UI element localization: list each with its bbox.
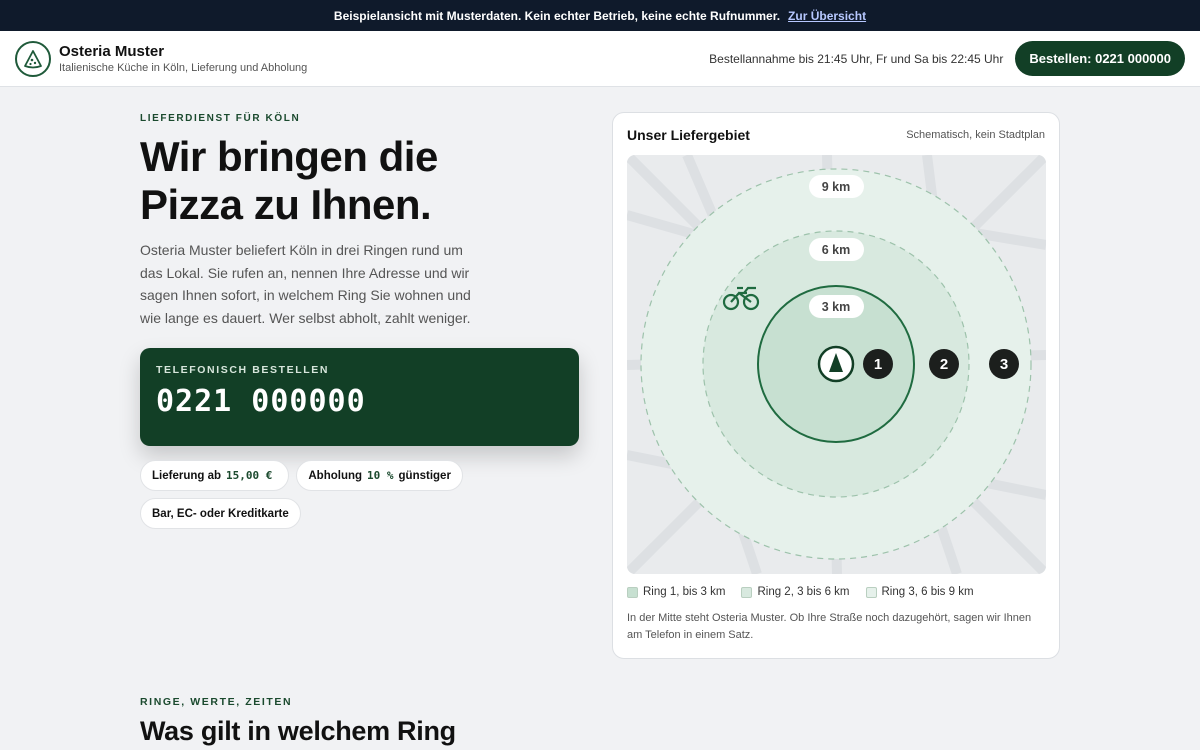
info-chips: Lieferung ab 15,00 € Abholung 10 % günst…	[140, 460, 540, 529]
svg-text:6 km: 6 km	[822, 243, 851, 257]
label-3km: 3 km	[809, 295, 864, 318]
delivery-rings-svg: 9 km 6 km 3 km 1 2 3	[627, 155, 1046, 574]
delivery-minimum-chip: Lieferung ab 15,00 €	[140, 460, 290, 491]
legend-swatch-1	[627, 586, 638, 598]
demo-banner: Beispielansicht mit Musterdaten. Kein ec…	[0, 0, 1200, 31]
legend-ring-1: Ring 1, bis 3 km	[627, 586, 725, 598]
label-9km: 9 km	[809, 175, 864, 198]
svg-text:3: 3	[1000, 356, 1008, 373]
rings-section-eyebrow: RINGE, WERTE, ZEITEN	[140, 696, 293, 708]
label-6km: 6 km	[809, 238, 864, 261]
pickup-chip-label: Abholung	[308, 469, 363, 482]
opening-hours: Bestellannahme bis 21:45 Uhr, Fr und Sa …	[709, 51, 1004, 66]
delivery-chip-value: 15,00 €	[226, 469, 273, 482]
map-note: Schematisch, kein Stadtplan	[906, 129, 1045, 141]
svg-text:2: 2	[940, 356, 948, 373]
legend-swatch-3	[865, 586, 877, 598]
legend-label-1: Ring 1, bis 3 km	[643, 586, 726, 598]
site-header: Osteria Muster Italienische Küche in Köl…	[0, 31, 1200, 87]
restaurant-center-icon	[817, 345, 855, 383]
map-title: Unser Liefergebiet	[627, 127, 750, 143]
logo-pizza-icon[interactable]	[15, 40, 51, 77]
delivery-map: 9 km 6 km 3 km 1 2 3	[627, 155, 1046, 574]
svg-text:9 km: 9 km	[822, 180, 851, 194]
brand: Osteria Muster Italienische Küche in Köl…	[59, 43, 307, 75]
brand-subtitle: Italienische Küche in Köln, Lieferung un…	[59, 61, 308, 74]
legend-swatch-2	[741, 586, 753, 598]
hero: LIEFERDIENST FÜR KÖLN Wir bringen die Pi…	[140, 113, 580, 529]
phone-order-card[interactable]: TELEFONISCH BESTELLEN 0221 000000	[140, 348, 579, 446]
pickup-chip-suffix: günstiger	[398, 469, 451, 482]
delivery-chip-label: Lieferung ab	[152, 469, 222, 482]
legend-ring-2: Ring 2, 3 bis 6 km	[741, 586, 850, 598]
phone-number[interactable]: 0221 000000	[156, 384, 563, 419]
legend-label-3: Ring 3, 6 bis 9 km	[881, 586, 974, 598]
svg-text:3 km: 3 km	[822, 300, 851, 314]
brand-name: Osteria Muster	[59, 42, 165, 60]
hero-title-line1: Wir bringen die	[140, 133, 438, 180]
hero-title: Wir bringen die Pizza zu Ihnen.	[140, 133, 580, 229]
demo-banner-text: Beispielansicht mit Musterdaten. Kein ec…	[333, 8, 781, 23]
legend-label-2: Ring 2, 3 bis 6 km	[757, 586, 850, 598]
rings-section-title: Was gilt in welchem Ring	[140, 716, 456, 746]
hero-title-line2: Pizza zu Ihnen.	[140, 181, 432, 228]
ring-3-marker: 3	[989, 349, 1019, 379]
delivery-map-card: Unser Liefergebiet Schematisch, kein Sta…	[612, 112, 1060, 659]
ring-2-marker: 2	[929, 349, 959, 379]
hero-eyebrow: LIEFERDIENST FÜR KÖLN	[140, 113, 301, 124]
map-legend: Ring 1, bis 3 km Ring 2, 3 bis 6 km Ring…	[627, 586, 1045, 598]
payment-chip: Bar, EC- oder Kreditkarte	[140, 498, 301, 529]
map-footnote: In der Mitte steht Osteria Muster. Ob Ih…	[627, 612, 1032, 641]
svg-text:1: 1	[874, 356, 882, 373]
order-call-button[interactable]: Bestellen: 0221 000000	[1015, 41, 1185, 76]
pickup-discount-chip: Abholung 10 % günstiger	[296, 460, 463, 491]
hero-lead: Osteria Muster beliefert Köln in drei Ri…	[140, 242, 471, 326]
phone-label: TELEFONISCH BESTELLEN	[156, 364, 330, 376]
legend-ring-3: Ring 3, 6 bis 9 km	[865, 586, 974, 598]
pickup-chip-value: 10 %	[367, 469, 394, 482]
overview-link[interactable]: Zur Übersicht	[788, 9, 866, 23]
ring-1-marker: 1	[863, 349, 893, 379]
rings-section: RINGE, WERTE, ZEITEN Was gilt in welchem…	[140, 696, 456, 747]
